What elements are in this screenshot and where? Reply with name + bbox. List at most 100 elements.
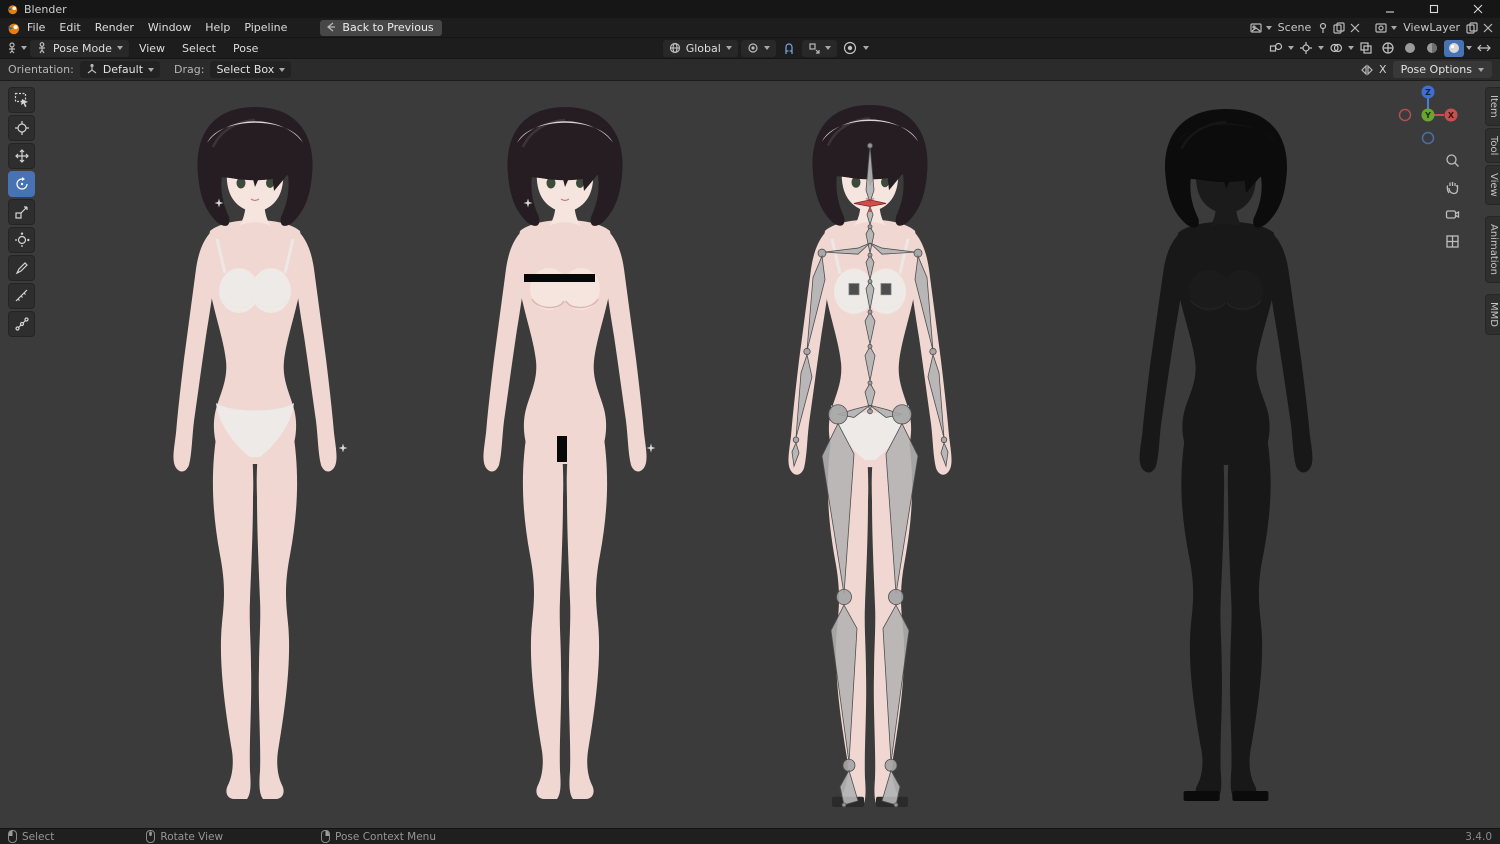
shading-rendered-button[interactable] bbox=[1444, 40, 1464, 57]
tool-transform[interactable] bbox=[8, 227, 35, 253]
shading-caret[interactable] bbox=[1466, 46, 1472, 50]
armature-bones[interactable] bbox=[792, 143, 948, 807]
pan-button[interactable] bbox=[1441, 176, 1464, 199]
pin-scene-icon[interactable] bbox=[1317, 22, 1329, 34]
overlays-toggle[interactable] bbox=[1326, 40, 1346, 57]
gizmos-caret[interactable] bbox=[1318, 46, 1324, 50]
gizmos-toggle[interactable] bbox=[1296, 40, 1316, 57]
menu-pose[interactable]: Pose bbox=[226, 41, 265, 56]
shading-material-icon bbox=[1425, 41, 1439, 55]
snap-target-icon bbox=[808, 42, 820, 54]
tool-move[interactable] bbox=[8, 143, 35, 169]
minimize-button[interactable] bbox=[1368, 0, 1412, 18]
shading-solid-button[interactable] bbox=[1400, 40, 1420, 57]
menu-file[interactable]: File bbox=[20, 20, 52, 35]
navigation-gizmo[interactable]: Z X Y bbox=[1398, 85, 1458, 145]
tool-rotate[interactable] bbox=[8, 171, 35, 197]
tool-settings-bar: Orientation: Default Drag: Select Box X … bbox=[0, 59, 1500, 81]
tab-tool[interactable]: Tool bbox=[1485, 128, 1500, 163]
overlays-caret[interactable] bbox=[1348, 46, 1354, 50]
status-select-label: Select bbox=[22, 831, 54, 843]
maximize-button[interactable] bbox=[1412, 0, 1456, 18]
editor-type-caret[interactable] bbox=[21, 46, 27, 50]
menu-window[interactable]: Window bbox=[141, 20, 198, 35]
zoom-button[interactable] bbox=[1441, 149, 1464, 172]
model-character-censored[interactable] bbox=[465, 103, 665, 803]
pivot-point-dropdown[interactable] bbox=[741, 40, 776, 57]
gizmo-z-label: Z bbox=[1425, 88, 1431, 97]
toggle-fullscreen-area-button[interactable] bbox=[1474, 40, 1494, 57]
perspective-toggle-button[interactable] bbox=[1441, 230, 1464, 253]
shading-solid-icon bbox=[1403, 41, 1417, 55]
main-menubar: File Edit Render Window Help Pipeline Ba… bbox=[0, 18, 1500, 38]
window-title: Blender bbox=[24, 3, 67, 16]
mode-selector[interactable]: Pose Mode bbox=[30, 40, 129, 57]
menu-pipeline[interactable]: Pipeline bbox=[237, 20, 294, 35]
viewport-3d[interactable]: Z X Y Item Tool View Animation MMD bbox=[0, 81, 1500, 828]
scene-dropdown-caret[interactable] bbox=[1266, 26, 1272, 30]
proportional-falloff-caret[interactable] bbox=[863, 46, 869, 50]
tab-animation[interactable]: Animation bbox=[1485, 216, 1500, 283]
snap-toggle[interactable] bbox=[779, 40, 799, 57]
sidebar-tabs: Item Tool View Animation MMD bbox=[1485, 87, 1500, 335]
new-scene-icon[interactable] bbox=[1333, 22, 1345, 34]
camera-view-button[interactable] bbox=[1441, 203, 1464, 226]
drag-dropdown[interactable]: Select Box bbox=[210, 61, 291, 78]
model-character-wireframe[interactable] bbox=[1120, 105, 1332, 803]
pose-options-button[interactable]: Pose Options bbox=[1393, 61, 1492, 78]
close-button[interactable] bbox=[1456, 0, 1500, 18]
viewport-header: Pose Mode View Select Pose Global bbox=[0, 38, 1500, 59]
proportional-editing-toggle[interactable] bbox=[840, 40, 860, 57]
viewlayer-dropdown-caret[interactable] bbox=[1391, 26, 1397, 30]
tool-measure[interactable] bbox=[8, 283, 35, 309]
xray-toggle[interactable] bbox=[1356, 40, 1376, 57]
orientation-icon bbox=[86, 64, 98, 76]
model-character-armature[interactable] bbox=[770, 101, 970, 811]
snap-settings-dropdown[interactable] bbox=[802, 40, 837, 57]
proportional-editing-icon bbox=[843, 41, 857, 55]
new-viewlayer-icon[interactable] bbox=[1466, 22, 1478, 34]
back-to-previous-button[interactable]: Back to Previous bbox=[320, 20, 441, 36]
orientation-value: Default bbox=[103, 63, 143, 76]
menu-help[interactable]: Help bbox=[198, 20, 237, 35]
gizmo-minus-x-axis[interactable] bbox=[1400, 110, 1411, 121]
gizmo-minus-z-axis[interactable] bbox=[1423, 133, 1434, 144]
browse-scene-icon[interactable] bbox=[1250, 22, 1262, 34]
unlink-scene-icon[interactable] bbox=[1349, 22, 1361, 34]
status-rotate-view: Rotate View bbox=[146, 830, 223, 843]
editor-type-icon[interactable] bbox=[6, 42, 18, 54]
status-bar: Select Rotate View Pose Context Menu 3.4… bbox=[0, 828, 1500, 844]
tab-view[interactable]: View bbox=[1485, 165, 1500, 205]
transform-orientation-dropdown[interactable]: Global bbox=[663, 40, 738, 57]
remove-viewlayer-icon[interactable] bbox=[1482, 22, 1494, 34]
object-types-icon bbox=[1269, 41, 1283, 55]
object-types-caret[interactable] bbox=[1288, 46, 1294, 50]
tool-scale[interactable] bbox=[8, 199, 35, 225]
tab-item[interactable]: Item bbox=[1485, 87, 1500, 126]
shading-wireframe-icon bbox=[1381, 41, 1395, 55]
model-character-textured[interactable] bbox=[155, 103, 355, 803]
mirror-icon[interactable] bbox=[1361, 64, 1373, 76]
mode-label: Pose Mode bbox=[53, 42, 112, 55]
drag-caret bbox=[279, 68, 285, 72]
tool-annotate[interactable] bbox=[8, 255, 35, 281]
middle-mouse-icon bbox=[146, 830, 155, 843]
blender-menu-icon[interactable] bbox=[6, 21, 20, 35]
show-object-types-button[interactable] bbox=[1266, 40, 1286, 57]
viewlayer-icon[interactable] bbox=[1375, 22, 1387, 34]
shading-material-button[interactable] bbox=[1422, 40, 1442, 57]
menu-view[interactable]: View bbox=[132, 41, 172, 56]
scene-name[interactable]: Scene bbox=[1276, 21, 1314, 34]
viewlayer-name[interactable]: ViewLayer bbox=[1401, 21, 1462, 34]
mirror-x-label[interactable]: X bbox=[1379, 63, 1387, 76]
tool-cursor[interactable] bbox=[8, 115, 35, 141]
shading-wireframe-button[interactable] bbox=[1378, 40, 1398, 57]
tool-select-box[interactable] bbox=[8, 87, 35, 113]
menu-render[interactable]: Render bbox=[88, 20, 141, 35]
tool-pose-breakdowner[interactable] bbox=[8, 311, 35, 337]
magnet-icon bbox=[782, 41, 796, 55]
menu-edit[interactable]: Edit bbox=[52, 20, 87, 35]
orientation-default-dropdown[interactable]: Default bbox=[80, 61, 160, 78]
menu-select[interactable]: Select bbox=[175, 41, 223, 56]
tab-mmd[interactable]: MMD bbox=[1485, 294, 1500, 335]
